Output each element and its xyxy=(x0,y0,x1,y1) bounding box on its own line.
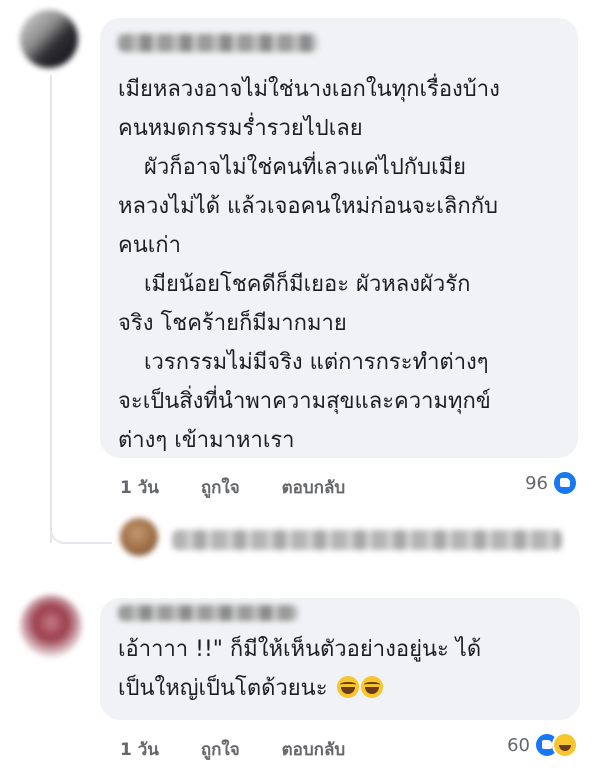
reply-button[interactable]: ตอบกลับ xyxy=(282,474,346,501)
reply-content-redacted[interactable] xyxy=(172,530,562,550)
reply-thread-line xyxy=(50,75,52,543)
commenter-avatar[interactable] xyxy=(20,10,78,68)
reaction-count: 60 xyxy=(507,734,530,756)
comment-line: คนหมดกรรมร่ำรวยไปเลย xyxy=(118,116,363,141)
reply-button[interactable]: ตอบกลับ xyxy=(282,736,346,763)
comment-line: เป็นใหญ่เป็นโตด้วยนะ xyxy=(118,669,481,708)
comment-line: หลวงไม่ได้ แล้วเจอคนใหม่ก่อนจะเลิกกับ xyxy=(118,194,499,219)
laughing-tears-emoji xyxy=(360,676,383,698)
comment-text: เมียหลวงอาจไม่ใช่นางเอกในทุกเรื่องบ้าง ค… xyxy=(118,70,500,460)
commenter-avatar[interactable] xyxy=(20,595,82,657)
comment-line: เมียน้อยโชคดีก็มีเยอะ ผัวหลงผัวรัก xyxy=(144,272,471,297)
commenter-name-redacted[interactable] xyxy=(118,34,318,52)
reply-avatar[interactable] xyxy=(120,518,158,556)
comment-timestamp[interactable]: 1 วัน xyxy=(120,474,159,501)
comment-line: คนเก่า xyxy=(118,233,181,258)
reaction-count: 96 xyxy=(525,472,548,494)
comment-line: เวรกรรมไม่มีจริง แต่การกระทำต่างๆ xyxy=(144,350,489,375)
comment-line: เอ้าาาา !!" ก็มีให้เห็นตัวอย่างอยู่นะ ได… xyxy=(118,637,482,662)
like-icon xyxy=(552,470,578,496)
comment-line: ผัวก็อาจไม่ใช่คนที่เลวแค่ไปกับเมีย xyxy=(144,155,466,180)
reaction-summary[interactable]: 96 xyxy=(525,470,578,496)
like-button[interactable]: ถูกใจ xyxy=(201,474,240,501)
reply-thread-elbow xyxy=(50,520,112,544)
comment-line: เมียหลวงอาจไม่ใช่นางเอกในทุกเรื่องบ้าง xyxy=(118,77,500,102)
commenter-name-redacted[interactable] xyxy=(118,605,298,621)
haha-icon xyxy=(552,732,578,758)
laughing-tears-emoji xyxy=(336,676,359,698)
like-button[interactable]: ถูกใจ xyxy=(201,736,240,763)
comment-text: เอ้าาาา !!" ก็มีให้เห็นตัวอย่างอยู่นะ ได… xyxy=(118,630,481,708)
comment-actions: 1 วัน ถูกใจ ตอบกลับ xyxy=(120,474,381,501)
comment-line: จริง โชคร้ายก็มีมากมาย xyxy=(118,311,347,336)
comment-line: ต่างๆ เข้ามาหาเรา xyxy=(118,428,295,453)
comment-line: จะเป็นสิ่งที่นำพาความสุขและความทุกข์ xyxy=(118,389,491,414)
comment-actions: 1 วัน ถูกใจ ตอบกลับ xyxy=(120,736,381,763)
comment-timestamp[interactable]: 1 วัน xyxy=(120,736,159,763)
reaction-summary[interactable]: 60 xyxy=(507,732,578,758)
comment-line-text: เป็นใหญ่เป็นโตด้วยนะ xyxy=(118,676,328,701)
